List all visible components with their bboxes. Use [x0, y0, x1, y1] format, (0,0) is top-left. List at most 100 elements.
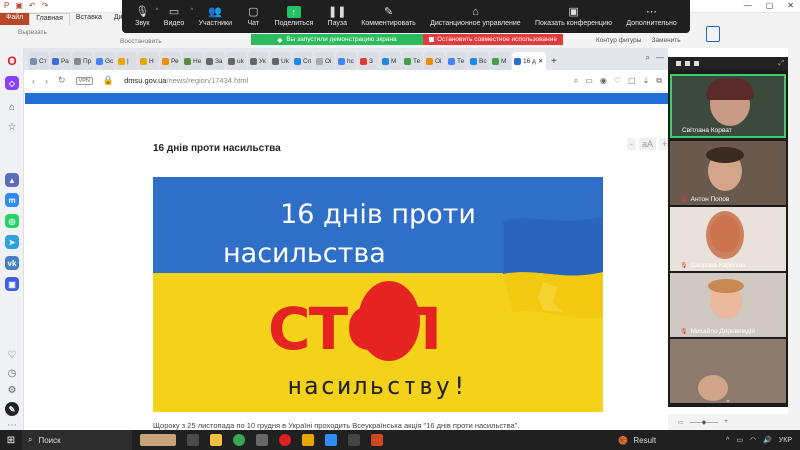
app-icon[interactable]	[256, 434, 268, 446]
browser-tab[interactable]: Uk	[270, 52, 291, 70]
maximize-icon[interactable]: ▢	[766, 1, 774, 10]
participant-tile[interactable]: 🎙 Сагірова Кароліна	[670, 207, 786, 271]
browser-tab[interactable]: Оі	[314, 52, 335, 70]
pause-button[interactable]: ❚❚ Пауза	[328, 6, 347, 27]
close-tab-icon[interactable]: ✕	[538, 57, 543, 65]
browser-tab[interactable]: Оі	[424, 52, 445, 70]
chevron-up-icon[interactable]: ^	[156, 8, 159, 14]
expand-icon[interactable]: ⤢	[778, 60, 784, 68]
browser-tab[interactable]: М	[490, 52, 511, 70]
app-icon[interactable]	[348, 434, 360, 446]
back-icon[interactable]: ‹	[32, 76, 35, 86]
participant-tile[interactable]: 🎙 Антон Попов	[670, 141, 786, 205]
battery-icon[interactable]: ▭	[736, 436, 743, 444]
new-tab-button[interactable]: +	[547, 52, 561, 70]
telegram-icon[interactable]: ➤	[5, 235, 19, 249]
heart-icon[interactable]: ♡	[614, 76, 621, 86]
app-icon[interactable]	[302, 434, 314, 446]
chevron-up-icon[interactable]: ^	[726, 437, 729, 444]
share-icon[interactable]	[706, 26, 720, 42]
pen-icon[interactable]: ✎	[5, 402, 19, 416]
save-icon[interactable]: ▣	[15, 1, 23, 10]
news-widget-icon[interactable]	[140, 434, 176, 446]
browser-tab[interactable]: Н	[138, 52, 159, 70]
settings-icon[interactable]: ⚙	[5, 383, 19, 397]
reader-icon[interactable]: ▭	[585, 76, 593, 86]
share-screen-button[interactable]: ↑ Поделиться	[275, 6, 313, 27]
forward-icon[interactable]: ›	[45, 76, 48, 86]
heart-icon[interactable]: ♡	[5, 348, 19, 362]
browser-tab[interactable]: |	[116, 52, 137, 70]
opera-logo-icon[interactable]: O	[5, 54, 19, 68]
browser-tab[interactable]: Вс	[468, 52, 489, 70]
file-explorer-icon[interactable]	[210, 434, 222, 446]
chrome-icon[interactable]	[233, 434, 245, 446]
annotate-button[interactable]: ✎ Комментировать	[361, 6, 416, 27]
aria-icon[interactable]: ◇	[5, 76, 19, 90]
taskbar-search[interactable]: ⌕ Поиск	[22, 430, 132, 450]
undo-icon[interactable]: ↶	[29, 1, 36, 10]
task-view-icon[interactable]	[187, 434, 199, 446]
search-tabs-icon[interactable]: ⌕	[646, 53, 650, 63]
search-icon[interactable]: ⌕	[574, 76, 578, 86]
replace-button[interactable]: Заменить	[651, 37, 680, 44]
close-icon[interactable]: ✕	[787, 1, 794, 10]
taskbar-widget[interactable]: 🏀 Result	[618, 436, 656, 445]
tab-insert[interactable]: Вставка	[70, 13, 108, 25]
browser-tab[interactable]: Те	[446, 52, 467, 70]
browser-tab[interactable]: З	[358, 52, 379, 70]
powerpoint-app-icon[interactable]	[371, 434, 383, 446]
video-button[interactable]: ▭ Видео ^	[164, 6, 193, 27]
vpn-badge[interactable]: VPN	[75, 76, 93, 85]
fit-icon[interactable]: ▭	[678, 419, 684, 426]
messenger-icon[interactable]: m	[5, 193, 19, 207]
chat-button[interactable]: ▢ Чат	[246, 6, 260, 27]
browser-tab[interactable]: hc	[336, 52, 357, 70]
browser-tab[interactable]: uk	[226, 52, 247, 70]
browser-tab-active[interactable]: 16 д ✕	[512, 52, 546, 70]
whatsapp-icon[interactable]: ◎	[5, 214, 19, 228]
browser-tab[interactable]: Ра	[50, 52, 71, 70]
grid-view-icon[interactable]	[694, 61, 699, 66]
plus-icon[interactable]: +	[724, 419, 728, 425]
font-smaller-button[interactable]: -	[627, 138, 636, 150]
camera-icon[interactable]: ◉	[600, 76, 607, 86]
redo-icon[interactable]: ↷	[42, 1, 49, 10]
browser-tab[interactable]: Gc	[94, 52, 115, 70]
cut-button[interactable]: Вырезать	[18, 27, 47, 38]
box-icon[interactable]: ▢	[628, 76, 636, 86]
browser-tab[interactable]: Ук	[248, 52, 269, 70]
chevron-down-icon[interactable]: ⌄	[668, 392, 788, 407]
browser-tab[interactable]: М	[380, 52, 401, 70]
zoom-app-icon[interactable]	[325, 434, 337, 446]
zoom-slider[interactable]: ——◆——	[690, 419, 719, 426]
browser-tab[interactable]: Те	[402, 52, 423, 70]
tab-home[interactable]: Главная	[29, 13, 70, 25]
gallery-view-icon[interactable]	[676, 61, 681, 66]
show-meeting-button[interactable]: ▣ Показать конференцию	[535, 6, 612, 27]
stop-share-button[interactable]: Остановить совместное использование	[423, 34, 563, 45]
restore-button[interactable]: Восстановить	[120, 38, 162, 45]
instagram-icon[interactable]: ▣	[5, 277, 19, 291]
wifi-icon[interactable]: ◠	[750, 436, 756, 444]
history-icon[interactable]: ◷	[5, 366, 19, 380]
speaker-view-icon[interactable]	[685, 61, 690, 66]
browser-tab[interactable]: Ст	[28, 52, 49, 70]
aria-sidebar-icon[interactable]: ▲	[5, 173, 19, 187]
browser-tab[interactable]: За	[204, 52, 225, 70]
chevron-up-icon[interactable]: ^	[190, 8, 193, 14]
minimize-icon[interactable]: —	[744, 1, 752, 10]
volume-icon[interactable]: 🔊	[763, 436, 772, 444]
windows-start-icon[interactable]: ⊞	[0, 435, 22, 446]
url-field[interactable]: dmsu.gov.ua/news/region/17434.html	[124, 76, 248, 85]
participants-button[interactable]: 👥 Участники	[199, 6, 232, 27]
browser-tab[interactable]: Пр	[72, 52, 93, 70]
minimize-icon[interactable]: —	[656, 53, 664, 63]
shape-outline-button[interactable]: Контур фигуры	[596, 37, 641, 44]
more-button[interactable]: ⋯ Дополнительно	[626, 6, 676, 27]
download-icon[interactable]: ⇣	[643, 76, 650, 86]
language-indicator[interactable]: УКР	[779, 437, 792, 444]
browser-tab[interactable]: Не	[182, 52, 203, 70]
participant-tile[interactable]: 🎙 Михайло Деривемдій	[670, 273, 786, 337]
remote-control-button[interactable]: ⌂ Дистанционное управление	[430, 6, 521, 27]
